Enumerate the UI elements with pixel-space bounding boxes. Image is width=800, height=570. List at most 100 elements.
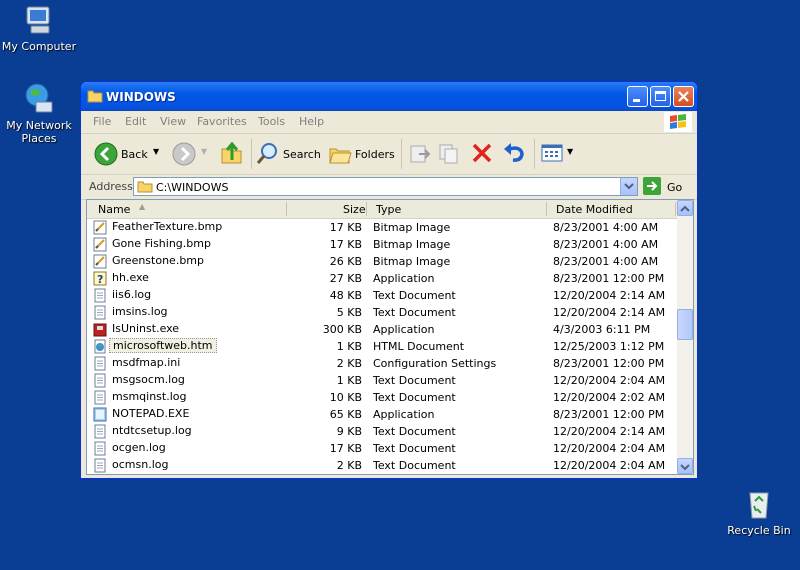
- undo-icon: [504, 143, 524, 162]
- file-type: Bitmap Image: [373, 221, 451, 234]
- copy-to-button[interactable]: [437, 140, 465, 168]
- desktop-icon-label: My Computer: [1, 40, 77, 53]
- file-row[interactable]: ? hh.exe 27 KB Application 8/23/2001 12:00 P…: [87, 270, 677, 287]
- move-to-button[interactable]: [407, 140, 435, 168]
- menu-bar: File Edit View Favorites Tools Help: [81, 111, 697, 134]
- bitmap-icon: [93, 254, 107, 269]
- maximize-icon: [655, 91, 666, 101]
- menu-help[interactable]: Help: [299, 115, 324, 128]
- toolbar-separator: [251, 139, 252, 169]
- search-button[interactable]: Search: [255, 140, 323, 168]
- my-computer-icon: [22, 3, 56, 37]
- file-row[interactable]: NOTEPAD.EXE 65 KB Application 8/23/2001 12:…: [87, 406, 677, 423]
- address-field[interactable]: C:\WINDOWS: [133, 177, 638, 196]
- file-row[interactable]: msmqinst.log 10 KB Text Document 12/20/2004…: [87, 389, 677, 406]
- views-button[interactable]: ▼: [539, 140, 579, 168]
- column-date-modified[interactable]: Date Modified: [556, 203, 633, 216]
- file-row[interactable]: Gone Fishing.bmp 17 KB Bitmap Image 8/23/20…: [87, 236, 677, 253]
- file-date-modified: 8/23/2001 12:00 PM: [553, 272, 665, 285]
- file-row[interactable]: microsoftweb.htm 1 KB HTML Document 12/25/2…: [87, 338, 677, 355]
- file-row[interactable]: msgsocm.log 1 KB Text Document 12/20/2004 2…: [87, 372, 677, 389]
- back-dropdown-icon[interactable]: ▼: [153, 147, 159, 156]
- bitmap-icon: [93, 220, 107, 235]
- file-name: Gone Fishing.bmp: [112, 237, 211, 250]
- file-row[interactable]: ocgen.log 17 KB Text Document 12/20/2004 2:…: [87, 440, 677, 457]
- file-type: Text Document: [373, 374, 456, 387]
- text-document-icon: [93, 288, 107, 303]
- scroll-up-button[interactable]: [677, 200, 693, 216]
- toolbar-separator: [534, 139, 535, 169]
- folder-icon: [87, 90, 103, 103]
- move-to-icon: [410, 145, 431, 163]
- views-dropdown-icon[interactable]: ▼: [567, 147, 573, 156]
- column-size[interactable]: Size: [343, 203, 366, 216]
- file-date-modified: 8/23/2001 4:00 AM: [553, 221, 659, 234]
- toolbar: Back ▼ ▼ Search Folders ▼: [81, 134, 697, 175]
- file-name: ocgen.log: [112, 441, 166, 454]
- column-name[interactable]: Name: [98, 203, 130, 216]
- file-row[interactable]: imsins.log 5 KB Text Document 12/20/2004 2:…: [87, 304, 677, 321]
- file-size: 26 KB: [329, 255, 362, 268]
- scroll-thumb[interactable]: [677, 309, 693, 340]
- address-dropdown-button[interactable]: [620, 178, 637, 195]
- address-value: C:\WINDOWS: [156, 181, 229, 194]
- file-name: FeatherTexture.bmp: [112, 220, 223, 233]
- text-document-icon: [93, 424, 107, 439]
- column-type[interactable]: Type: [376, 203, 401, 216]
- folders-button[interactable]: Folders: [327, 140, 395, 168]
- menu-edit[interactable]: Edit: [125, 115, 146, 128]
- column-header: Name ▲ Size Type Date Modified: [87, 200, 677, 219]
- file-size: 1 KB: [336, 374, 362, 387]
- file-name: iis6.log: [112, 288, 152, 301]
- desktop-icon-my-computer[interactable]: My Computer: [0, 3, 84, 53]
- forward-button[interactable]: ▼: [169, 140, 209, 168]
- file-date-modified: 8/23/2001 12:00 PM: [553, 408, 665, 421]
- back-button[interactable]: Back ▼: [91, 140, 161, 168]
- file-size: 300 KB: [322, 323, 362, 336]
- file-size: 17 KB: [329, 221, 362, 234]
- minimize-button[interactable]: [627, 86, 648, 107]
- file-type: Text Document: [373, 425, 456, 438]
- forward-dropdown-icon[interactable]: ▼: [201, 147, 207, 156]
- explorer-window: WINDOWS File Edit View Favorites Tools H…: [80, 81, 698, 479]
- file-name: IsUninst.exe: [112, 322, 180, 335]
- close-button[interactable]: [673, 86, 694, 107]
- file-row[interactable]: msdfmap.ini 2 KB Configuration Settings 8/2…: [87, 355, 677, 372]
- chevron-down-icon: [680, 464, 690, 471]
- desktop-icon-recycle-bin[interactable]: Recycle Bin: [714, 487, 800, 537]
- title-bar[interactable]: WINDOWS: [81, 82, 697, 111]
- search-label: Search: [283, 148, 321, 161]
- file-row[interactable]: FeatherTexture.bmp 17 KB Bitmap Image 8/23/…: [87, 219, 677, 236]
- file-type: Text Document: [373, 391, 456, 404]
- network-places-icon: [22, 82, 56, 116]
- menu-tools[interactable]: Tools: [258, 115, 285, 128]
- forward-arrow-icon: [172, 142, 196, 166]
- file-row[interactable]: iis6.log 48 KB Text Document 12/20/2004 2:1…: [87, 287, 677, 304]
- file-type: Text Document: [373, 289, 456, 302]
- menu-favorites[interactable]: Favorites: [197, 115, 247, 128]
- file-row[interactable]: Greenstone.bmp 26 KB Bitmap Image 8/23/2001…: [87, 253, 677, 270]
- up-folder-button[interactable]: [219, 140, 247, 168]
- desktop-icon-my-network-places[interactable]: My Network Places: [0, 82, 84, 145]
- go-button[interactable]: Go: [643, 177, 687, 196]
- menu-file[interactable]: File: [93, 115, 111, 128]
- menu-view[interactable]: View: [160, 115, 186, 128]
- maximize-button[interactable]: [650, 86, 671, 107]
- file-size: 5 KB: [336, 306, 362, 319]
- notepad-icon: [93, 407, 107, 422]
- delete-button[interactable]: [469, 140, 497, 168]
- file-row[interactable]: ntdtcsetup.log 9 KB Text Document 12/20/200…: [87, 423, 677, 440]
- vertical-scrollbar[interactable]: [677, 200, 693, 474]
- file-date-modified: 12/25/2003 1:12 PM: [553, 340, 665, 353]
- text-document-icon: [93, 305, 107, 320]
- desktop-icon-label: Recycle Bin: [727, 524, 791, 537]
- go-label: Go: [667, 181, 683, 194]
- file-row[interactable]: ocmsn.log 2 KB Text Document 12/20/2004 2:0…: [87, 457, 677, 474]
- file-row[interactable]: IsUninst.exe 300 KB Application 4/3/2003 6:…: [87, 321, 677, 338]
- file-name: Greenstone.bmp: [112, 254, 205, 267]
- chevron-down-icon: [624, 183, 634, 190]
- scroll-down-button[interactable]: [677, 458, 693, 474]
- file-type: Text Document: [373, 306, 456, 319]
- undo-button[interactable]: [501, 140, 529, 168]
- file-date-modified: 12/20/2004 2:02 AM: [553, 391, 666, 404]
